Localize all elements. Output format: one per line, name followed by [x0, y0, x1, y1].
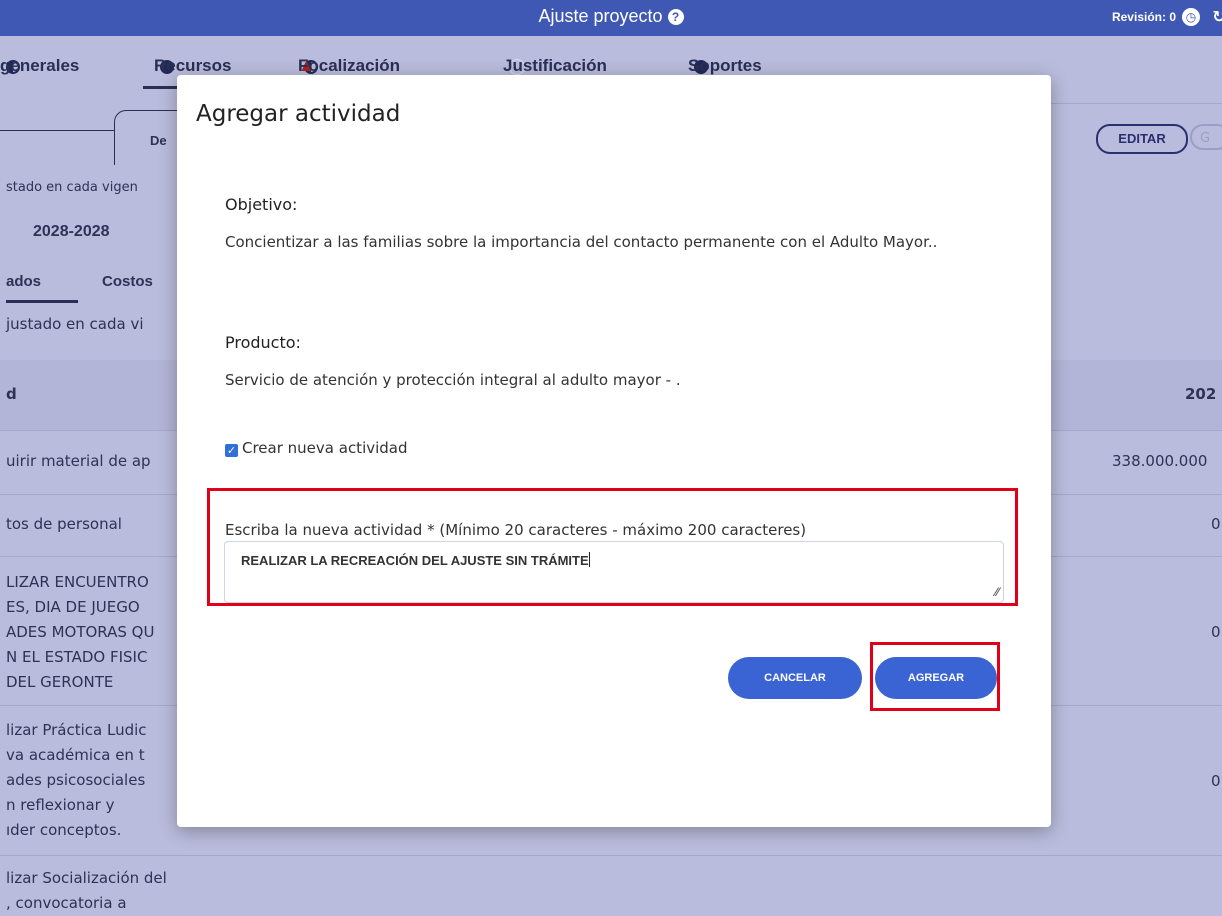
table-row-name: LIZAR ENCUENTRO ES, DIA DE JUEGO ADES MO…: [6, 570, 154, 695]
row-line-text: DEL GERONTE: [6, 673, 114, 691]
tab-soportes[interactable]: Soportes: [688, 56, 762, 76]
highlight-box: [870, 642, 1000, 711]
clock-icon[interactable]: ◷: [1182, 8, 1200, 26]
page-title-text: Ajuste proyecto: [538, 6, 663, 26]
cancel-button[interactable]: CANCELAR: [728, 657, 862, 699]
row-line-text: lizar Práctica Ludic: [6, 721, 147, 739]
objetivo-text: Concientizar a las familias sobre la imp…: [225, 233, 938, 251]
tab-label: Justificación: [503, 56, 607, 75]
table-row-value: 338.000.000: [1112, 452, 1208, 470]
objetivo-label: Objetivo:: [225, 195, 298, 214]
active-sub-tab-underline: [6, 300, 78, 303]
sub-tab-label[interactable]: De: [150, 133, 167, 148]
refresh-icon[interactable]: ↻: [1210, 8, 1222, 26]
producto-label: Producto:: [225, 333, 301, 352]
divider: [0, 130, 115, 131]
tab-label: generales: [0, 56, 80, 75]
ajustado-note: justado en cada vi: [6, 315, 144, 333]
page-title: Ajuste proyecto ?: [0, 6, 1222, 27]
crear-nueva-actividad-checkbox[interactable]: ✓ Crear nueva actividad: [225, 439, 408, 457]
row-line-text: LIZAR ENCUENTRO: [6, 573, 149, 591]
tab-generales[interactable]: generales: [0, 56, 79, 76]
tab-label: Soportes: [688, 56, 762, 75]
table-row-value: 0: [1211, 623, 1221, 641]
column-header-year: 202: [1185, 385, 1217, 403]
agregar-actividad-dialog: Agregar actividad Objetivo: Concientizar…: [177, 75, 1051, 827]
resize-handle-icon[interactable]: ⁄⁄: [995, 585, 999, 599]
producto-text: Servicio de atención y protección integr…: [225, 371, 681, 389]
tab-recursos[interactable]: Recursos: [154, 56, 231, 76]
table-row-name: uirir material de ap: [6, 452, 151, 470]
sub-tab-ados[interactable]: ados: [6, 273, 41, 290]
checkmark-icon[interactable]: ✓: [225, 444, 238, 457]
active-tab-underline: [143, 86, 177, 89]
checkbox-label: Crear nueva actividad: [242, 439, 408, 457]
row-line-text: n reflexionar y: [6, 796, 115, 814]
textarea-value: REALIZAR LA RECREACIÓN DEL AJUSTE SIN TR…: [241, 553, 589, 568]
dialog-title: Agregar actividad: [196, 101, 401, 127]
header-bar: Ajuste proyecto ? Revisión: 0 ◷ ↻: [0, 0, 1222, 36]
row-line-text: ıder conceptos.: [6, 821, 122, 839]
revision-label: Revisión: 0: [1111, 10, 1176, 24]
row-line-text: , convocatoria a: [6, 894, 127, 912]
nueva-actividad-textarea[interactable]: REALIZAR LA RECREACIÓN DEL AJUSTE SIN TR…: [224, 541, 1004, 603]
text-cursor: [588, 552, 590, 567]
tab-justificacion[interactable]: Justificación: [503, 56, 607, 76]
table-row-value: 0: [1211, 772, 1221, 790]
tab-label: Focalización: [298, 56, 401, 75]
tab-label: Recursos: [154, 56, 232, 75]
table-row-name: lizar Socialización del , convocatoria a: [6, 866, 167, 916]
nueva-actividad-label: Escriba la nueva actividad * (Mínimo 20 …: [225, 521, 807, 539]
row-line-text: N EL ESTADO FISIC: [6, 648, 148, 666]
table-row-name: lizar Práctica Ludic va académica en t a…: [6, 718, 147, 843]
guardar-button[interactable]: G: [1190, 124, 1222, 150]
vigencia-note: stado en cada vigen: [6, 180, 138, 195]
editar-button[interactable]: EDITAR: [1096, 124, 1188, 154]
sub-tab-frame: [114, 110, 178, 165]
sub-tab-costos[interactable]: Costos: [102, 273, 153, 290]
table-row-name: tos de personal: [6, 515, 122, 533]
row-line-text: ades psicosociales: [6, 771, 146, 789]
question-circle-icon[interactable]: ?: [667, 9, 684, 25]
divider: [1051, 103, 1222, 104]
row-line-text: ADES MOTORAS QU: [6, 623, 155, 641]
row-divider: [0, 855, 1222, 856]
table-row-value: 0: [1211, 515, 1221, 533]
column-header-activity: d: [6, 385, 17, 403]
row-line-text: va académica en t: [6, 746, 145, 764]
row-line-text: ES, DIA DE JUEGO: [6, 598, 140, 616]
tab-focalizacion[interactable]: ▲ Focalización: [298, 56, 400, 76]
row-line-text: lizar Socialización del: [6, 869, 167, 887]
vigencia-year[interactable]: 2028-2028: [33, 223, 110, 241]
